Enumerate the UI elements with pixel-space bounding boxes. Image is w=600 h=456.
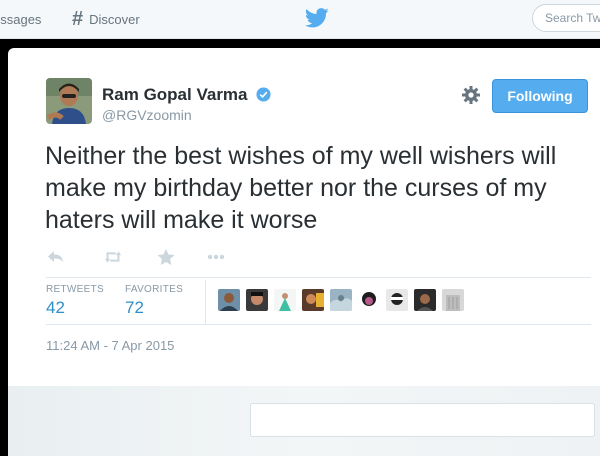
nav-messages[interactable]: essages <box>0 0 41 38</box>
twitter-bird-icon[interactable] <box>305 8 329 28</box>
favorite-icon[interactable] <box>156 248 176 266</box>
verified-badge-icon <box>256 87 271 102</box>
author-name[interactable]: Ram Gopal Varma <box>102 85 248 105</box>
search-input[interactable]: Search Tw <box>532 4 600 32</box>
nav-discover[interactable]: # Discover <box>72 0 140 38</box>
reply-panel <box>8 386 600 456</box>
favoriter-avatar[interactable] <box>246 289 268 311</box>
favoriter-avatar[interactable] <box>386 289 408 311</box>
author-avatar[interactable] <box>46 78 92 124</box>
retweets-label: RETWEETS <box>46 284 104 295</box>
top-nav: essages # Discover Search Tw <box>0 0 600 39</box>
tweet-timestamp[interactable]: 11:24 AM - 7 Apr 2015 <box>46 338 174 353</box>
nav-messages-label: essages <box>0 11 42 27</box>
following-button[interactable]: Following <box>492 79 588 113</box>
favoriter-avatar[interactable] <box>358 289 380 311</box>
favoriter-avatar[interactable] <box>330 289 352 311</box>
more-icon[interactable] <box>206 248 226 266</box>
favoriter-avatar[interactable] <box>218 289 240 311</box>
favoriter-avatar[interactable] <box>274 289 296 311</box>
favorites-label: FAVORITES <box>125 284 184 295</box>
retweets-count[interactable]: 42 <box>46 298 65 318</box>
retweet-icon[interactable] <box>103 248 123 266</box>
reply-icon[interactable] <box>46 248 66 266</box>
favoriter-avatar[interactable] <box>302 289 324 311</box>
hashtag-icon: # <box>72 7 84 30</box>
favorites-count[interactable]: 72 <box>125 298 144 318</box>
divider-bottom <box>46 324 591 325</box>
favoriter-avatar[interactable] <box>414 289 436 311</box>
gear-icon[interactable] <box>461 85 481 105</box>
divider-top <box>46 277 591 278</box>
reply-input[interactable] <box>250 403 595 437</box>
favoriter-avatar[interactable] <box>442 289 464 311</box>
tweet-card: Ram Gopal Varma @RGVzoomin Following Nei… <box>8 48 600 388</box>
tweet-text: Neither the best wishes of my well wishe… <box>45 142 557 234</box>
stats-divider <box>205 280 206 324</box>
nav-discover-label: Discover <box>89 11 140 27</box>
author-handle[interactable]: @RGVzoomin <box>102 107 192 123</box>
